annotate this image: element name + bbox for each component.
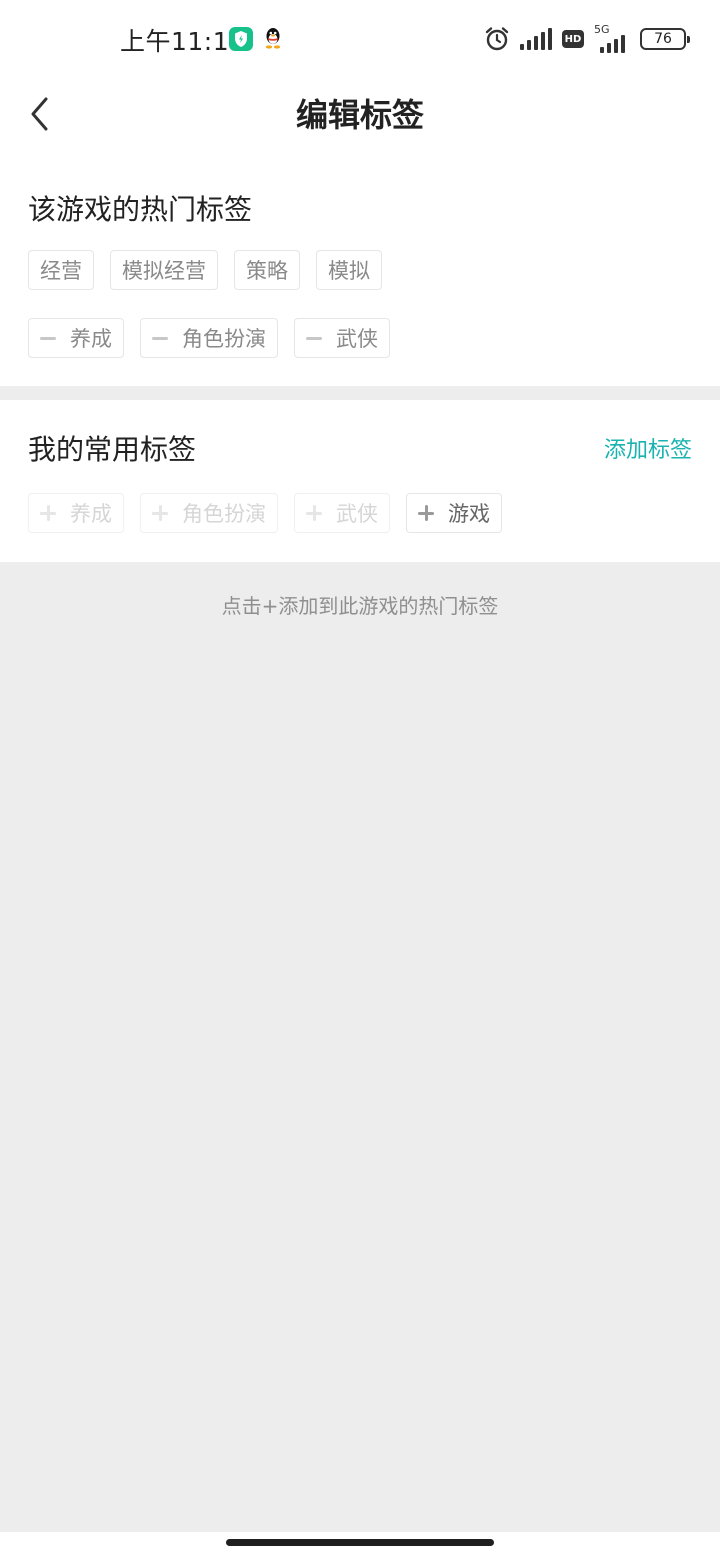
tag-label: 模拟 bbox=[328, 259, 370, 283]
editable-tags-row: 养成 角色扮演 武侠 bbox=[28, 318, 390, 358]
remove-tag-button[interactable]: 武侠 bbox=[294, 318, 390, 358]
tag-label: 游戏 bbox=[448, 502, 490, 526]
status-time: 上午11:14 bbox=[120, 27, 246, 56]
battery-level: 76 bbox=[654, 31, 672, 47]
plus-icon bbox=[418, 505, 434, 521]
tag-label: 武侠 bbox=[336, 502, 378, 526]
plus-icon bbox=[152, 505, 168, 521]
add-tag-button: 养成 bbox=[28, 493, 124, 533]
plus-icon bbox=[40, 505, 56, 521]
minus-icon bbox=[306, 336, 322, 340]
hot-tags-title: 该游戏的热门标签 bbox=[28, 193, 253, 226]
hint-text: 点击+添加到此游戏的热门标签 bbox=[221, 594, 499, 618]
common-tags-row: 养成 角色扮演 武侠 游戏 bbox=[28, 493, 502, 533]
tag-label: 角色扮演 bbox=[182, 502, 266, 526]
common-tags-section: 我的常用标签 添加标签 养成 角色扮演 武侠 游戏 bbox=[0, 400, 720, 562]
status-bar: 上午11:14 HD 5G 76 bbox=[0, 0, 720, 78]
signal-icon bbox=[520, 28, 552, 50]
tag-label: 养成 bbox=[70, 502, 112, 526]
bottom-bar bbox=[0, 1532, 720, 1560]
tag-label: 策略 bbox=[246, 259, 288, 283]
hd-badge: HD bbox=[562, 30, 584, 48]
shield-icon bbox=[229, 27, 253, 51]
home-indicator[interactable] bbox=[226, 1539, 494, 1546]
add-tag-button: 武侠 bbox=[294, 493, 390, 533]
hot-tags-section: 该游戏的热门标签 经营 模拟经营 策略 模拟 养成 角色扮演 武侠 bbox=[0, 160, 720, 386]
add-tag-link[interactable]: 添加标签 bbox=[604, 432, 692, 464]
tag-label: 养成 bbox=[70, 327, 112, 351]
add-tag-button: 角色扮演 bbox=[140, 493, 278, 533]
header: 编辑标签 bbox=[0, 78, 720, 160]
hot-tags-row: 经营 模拟经营 策略 模拟 bbox=[28, 250, 382, 290]
hot-tag: 模拟 bbox=[316, 250, 382, 290]
tag-label: 经营 bbox=[40, 259, 82, 283]
plus-icon bbox=[306, 505, 322, 521]
minus-icon bbox=[152, 336, 168, 340]
common-tags-title: 我的常用标签 bbox=[28, 433, 197, 466]
hot-tag: 模拟经营 bbox=[110, 250, 218, 290]
tag-label: 武侠 bbox=[336, 327, 378, 351]
battery-icon: 76 bbox=[640, 28, 690, 50]
qq-icon bbox=[263, 26, 283, 54]
edit-tags-page: 上午11:14 HD 5G 76 编辑标签 该游戏的热门标签 经营 模拟经营 策… bbox=[0, 0, 720, 1560]
5g-signal-icon: 5G bbox=[594, 23, 630, 53]
hot-tag: 策略 bbox=[234, 250, 300, 290]
tag-label: 角色扮演 bbox=[182, 327, 266, 351]
add-tag-button[interactable]: 游戏 bbox=[406, 493, 502, 533]
page-title: 编辑标签 bbox=[295, 96, 424, 134]
tag-label: 模拟经营 bbox=[122, 259, 206, 283]
hot-tag: 经营 bbox=[28, 250, 94, 290]
alarm-icon bbox=[484, 26, 510, 52]
minus-icon bbox=[40, 336, 56, 340]
remove-tag-button[interactable]: 角色扮演 bbox=[140, 318, 278, 358]
status-right-group: HD 5G 76 bbox=[484, 23, 690, 54]
remove-tag-button[interactable]: 养成 bbox=[28, 318, 124, 358]
